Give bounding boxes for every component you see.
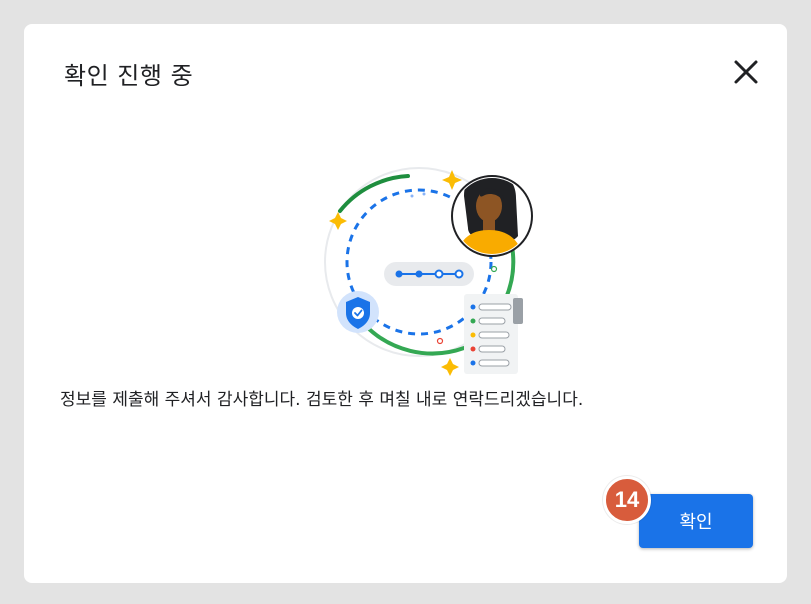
close-button[interactable] [731,57,761,87]
confirm-button[interactable]: 확인 [639,494,753,548]
verification-dialog: 확인 진행 중 정보를 제출해 주셔서 감사합니다. 검토한 후 며칠 내로 연… [24,24,787,583]
confirmation-message: 정보를 제출해 주셔서 감사합니다. 검토한 후 며칠 내로 연락드리겠습니다. [60,390,584,410]
step-number-badge: 14 [603,476,651,524]
close-icon [734,60,758,84]
verification-illustration [324,167,533,376]
dialog-title: 확인 진행 중 [64,62,194,90]
